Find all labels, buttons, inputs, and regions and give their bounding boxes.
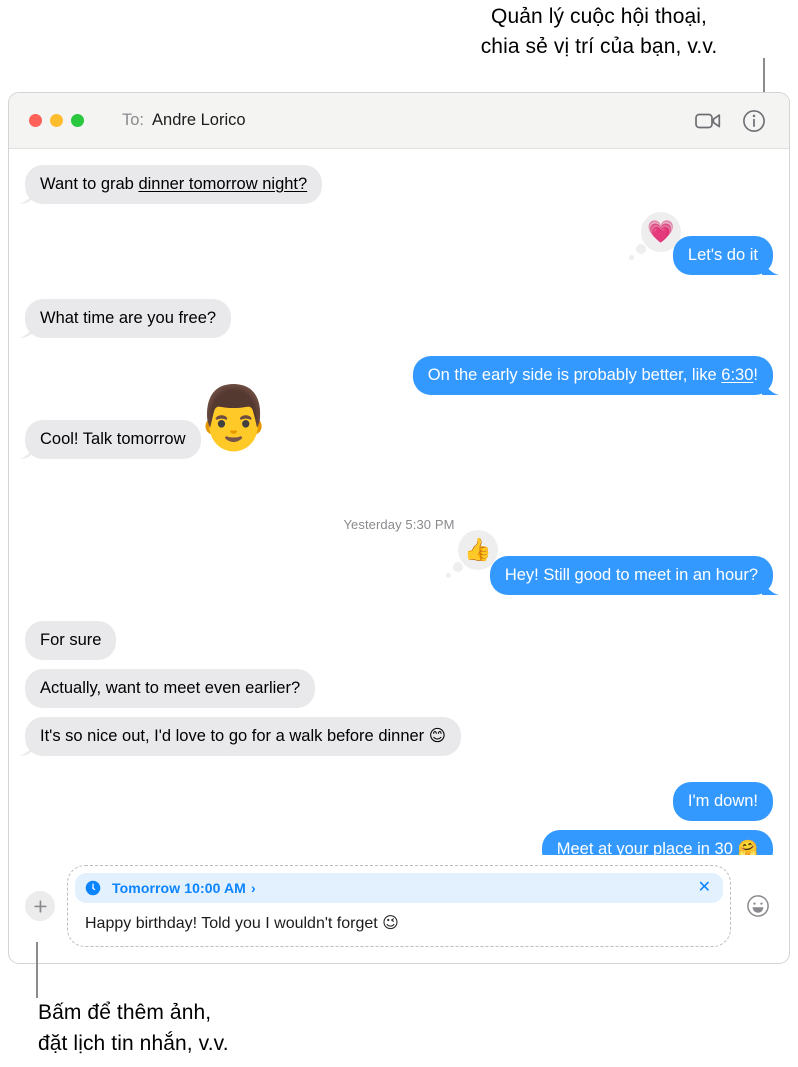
thought-dot-large xyxy=(636,244,646,254)
message-bubble-incoming[interactable]: Cool! Talk tomorrow xyxy=(25,420,201,459)
conversation-timestamp: Yesterday 5:30 PM xyxy=(343,517,455,532)
clock-icon xyxy=(85,880,101,896)
message-row: What time are you free? xyxy=(25,299,773,338)
message-bubble-outgoing[interactable]: Hey! Still good to meet in an hour? xyxy=(489,556,773,595)
message-row: It's so nice out, I'd love to go for a w… xyxy=(25,717,773,756)
message-bubble-outgoing[interactable]: I'm down! xyxy=(672,782,773,821)
smiley-face-icon[interactable] xyxy=(743,891,773,921)
callout-bottom-line1: Bấm để thêm ảnh, xyxy=(38,1001,212,1024)
callout-top-text: Quản lý cuộc hội thoại, chia sẻ vị trí c… xyxy=(408,2,790,62)
chevron-right-icon[interactable]: › xyxy=(251,880,256,896)
info-circle-icon[interactable] xyxy=(737,104,771,138)
message-text-link[interactable]: dinner tomorrow night? xyxy=(138,175,307,193)
message-bubble-incoming[interactable]: Actually, want to meet even earlier? xyxy=(25,669,316,708)
message-compose-box[interactable]: Tomorrow 10:00 AM › ✕ Happy birthday! To… xyxy=(67,865,731,947)
thought-dot-small xyxy=(629,255,634,260)
recipient-field[interactable]: To: Andre Lorico xyxy=(122,111,246,130)
message-bubble-incoming[interactable]: For sure xyxy=(25,621,117,660)
compose-area: Tomorrow 10:00 AM › ✕ Happy birthday! To… xyxy=(9,855,789,963)
thought-dot-large xyxy=(453,562,463,572)
message-text-pre: Want to grab xyxy=(40,175,139,193)
message-text-post: ! xyxy=(753,366,758,384)
callout-bottom-leader-line xyxy=(36,942,38,998)
message-bubble-outgoing[interactable]: On the early side is probably better, li… xyxy=(412,356,773,395)
plus-icon[interactable] xyxy=(25,891,55,921)
maximize-window-button[interactable] xyxy=(71,114,84,127)
minimize-window-button[interactable] xyxy=(50,114,63,127)
memoji-thumbs-up-sticker[interactable]: 👨 xyxy=(195,388,272,450)
message-row: 💗 Let's do it xyxy=(25,212,773,275)
scheduled-time-label: Tomorrow 10:00 AM xyxy=(112,880,246,896)
message-bubble-incoming[interactable]: Want to grab dinner tomorrow night? xyxy=(25,165,323,204)
message-draft-text[interactable]: Happy birthday! Told you I wouldn't forg… xyxy=(75,903,723,936)
message-row: For sure xyxy=(25,621,773,660)
message-row: I'm down! xyxy=(25,782,773,821)
callout-top-line2: chia sẻ vị trí của bạn, v.v. xyxy=(480,35,718,58)
message-row: Cool! Talk tomorrow 👨 xyxy=(25,388,773,459)
message-bubble-outgoing[interactable]: Meet at your place in 30 🤗 xyxy=(541,830,773,855)
messages-window: To: Andre Lorico Want to grab dinner tom… xyxy=(8,92,790,964)
recipient-name: Andre Lorico xyxy=(152,111,246,129)
message-row: Meet at your place in 30 🤗 xyxy=(25,830,773,855)
window-titlebar: To: Andre Lorico xyxy=(9,93,789,149)
to-label: To: xyxy=(122,111,145,129)
thought-dot-small xyxy=(446,573,451,578)
close-icon[interactable]: ✕ xyxy=(698,880,711,896)
message-row: Want to grab dinner tomorrow night? xyxy=(25,165,773,204)
message-row: On the early side is probably better, li… xyxy=(25,356,773,395)
message-text-link[interactable]: 6:30 xyxy=(721,366,753,384)
callout-top-line1: Quản lý cuộc hội thoại, xyxy=(491,5,707,28)
callout-bottom-line2: đặt lịch tin nhắn, v.v. xyxy=(38,1032,229,1055)
message-bubble-outgoing[interactable]: Let's do it xyxy=(672,236,773,275)
message-bubble-incoming[interactable]: It's so nice out, I'd love to go for a w… xyxy=(25,717,461,756)
message-text-pre: On the early side is probably better, li… xyxy=(427,366,722,384)
scheduled-message-banner[interactable]: Tomorrow 10:00 AM › ✕ xyxy=(75,873,723,903)
callout-bottom-text: Bấm để thêm ảnh, đặt lịch tin nhắn, v.v. xyxy=(38,997,338,1059)
video-camera-icon[interactable] xyxy=(691,104,725,138)
message-row: 👍 Hey! Still good to meet in an hour? xyxy=(25,530,773,595)
message-bubble-incoming[interactable]: What time are you free? xyxy=(25,299,232,338)
message-row: Actually, want to meet even earlier? xyxy=(25,669,773,708)
close-window-button[interactable] xyxy=(29,114,42,127)
message-transcript[interactable]: Want to grab dinner tomorrow night? 💗 Le… xyxy=(9,149,789,855)
window-controls xyxy=(29,114,84,127)
